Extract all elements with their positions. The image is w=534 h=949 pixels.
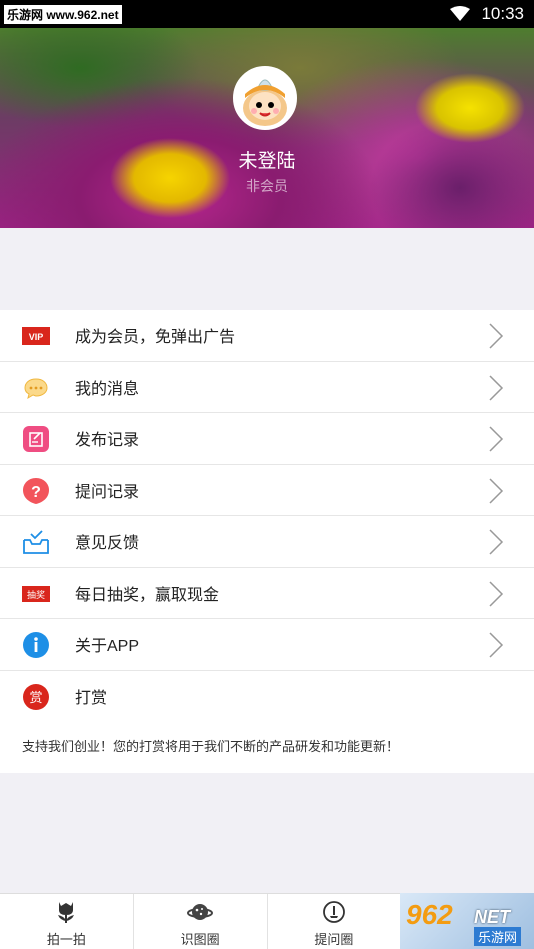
menu-item-label: 打赏 [75, 690, 108, 708]
menu-list: VIP 成为会员，免弹出广告 我的消息 发布记录 ? 提问记录 意见反馈 抽奖 … [0, 310, 534, 773]
reward-note: 支持我们创业！您的打赏将用于我们不断的产品研发和功能更新！ [22, 739, 400, 754]
tab-tiwenjuan[interactable]: 提问圈 [268, 894, 402, 949]
promo-site-name: 乐游网 [474, 927, 522, 946]
publish-record-icon [23, 426, 49, 452]
menu-item-daily-lottery[interactable]: 抽奖 每日抽奖，赢取现金 [0, 568, 534, 619]
menu-item-vip[interactable]: VIP 成为会员，免弹出广告 [0, 310, 534, 362]
menu-item-label: 发布记录 [75, 432, 140, 450]
svg-text:?: ? [31, 484, 41, 501]
promo-watermark: 962 NET 乐游网 [400, 893, 534, 949]
svg-text:VIP: VIP [29, 332, 44, 342]
chevron-right-icon [489, 632, 504, 658]
message-icon [24, 377, 48, 399]
menu-item-label: 关于APP [75, 638, 140, 656]
membership-status: 非会员 [246, 178, 288, 194]
profile-header: 未登陆 非会员 [0, 28, 534, 228]
svg-text:赏: 赏 [29, 691, 42, 706]
lottery-icon: 抽奖 [22, 585, 50, 602]
chevron-right-icon [489, 426, 504, 452]
menu-item-label: 意见反馈 [75, 535, 140, 553]
status-bar: 乐游网 www.962.net 10:33 [0, 0, 534, 28]
menu-item-question-records[interactable]: ? 提问记录 [0, 465, 534, 516]
chevron-right-icon [489, 580, 504, 607]
chevron-right-icon [489, 323, 504, 349]
tab-label: 识图圈 [180, 932, 220, 947]
chevron-right-icon [489, 529, 504, 555]
username[interactable]: 未登陆 [0, 146, 534, 173]
tab-shitujuan[interactable]: 识图圈 [134, 894, 268, 949]
menu-item-label: 我的消息 [75, 380, 140, 398]
menu-item-label: 每日抽奖，赢取现金 [75, 586, 220, 604]
reward-icon: 赏 [23, 683, 49, 710]
info-icon [23, 632, 49, 658]
tab-paiyipai[interactable]: 拍一拍 [0, 894, 134, 949]
menu-item-about-app[interactable]: 关于APP [0, 619, 534, 671]
menu-item-feedback[interactable]: 意见反馈 [0, 516, 534, 568]
cartoon-avatar-icon [235, 68, 295, 128]
menu-item-label: 提问记录 [75, 483, 140, 501]
menu-item-label: 成为会员，免弹出广告 [75, 329, 236, 347]
menu-item-messages[interactable]: 我的消息 [0, 362, 534, 413]
planet-icon [187, 904, 214, 920]
menu-item-publish-records[interactable]: 发布记录 [0, 413, 534, 465]
watermark: 乐游网 www.962.net [4, 5, 122, 24]
ask-icon [322, 901, 345, 923]
clock: 10:33 [481, 4, 524, 23]
feedback-icon [23, 530, 49, 554]
svg-text:抽奖: 抽奖 [27, 589, 45, 601]
tulip-icon [58, 902, 75, 923]
menu-item-reward[interactable]: 赏 打赏 [0, 671, 534, 723]
chevron-right-icon [489, 374, 504, 401]
vip-icon: VIP [22, 327, 50, 345]
tab-label: 提问圈 [314, 932, 354, 947]
promo-net: NET [474, 907, 510, 927]
promo-number: 962 [406, 899, 453, 930]
chevron-right-icon [489, 477, 504, 504]
question-icon: ? [23, 477, 49, 504]
tab-label: 拍一拍 [46, 932, 86, 947]
wifi-icon [450, 6, 470, 21]
avatar[interactable] [233, 66, 297, 130]
